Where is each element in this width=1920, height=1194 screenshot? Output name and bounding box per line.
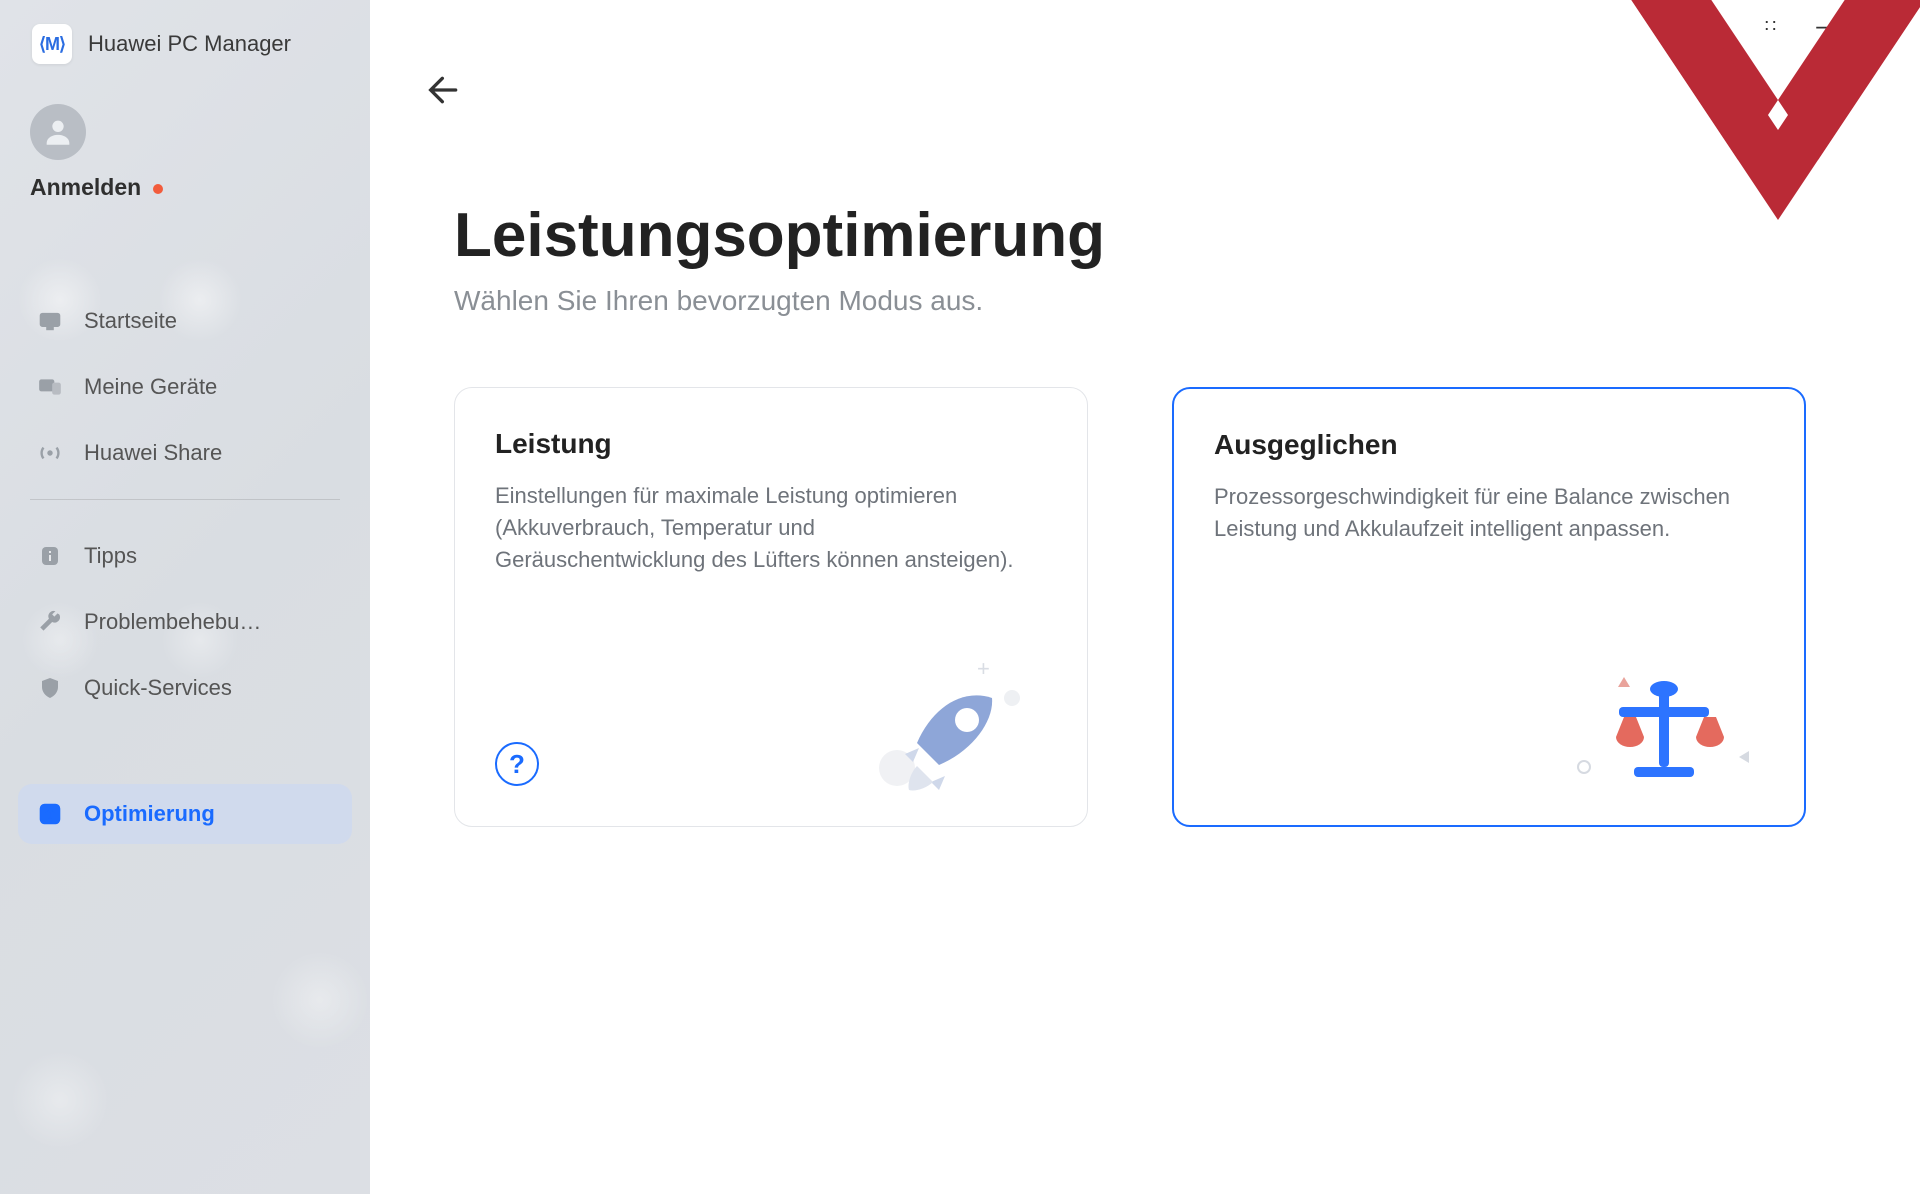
upload-icon: [36, 800, 64, 828]
balance-scale-icon: [1564, 647, 1764, 797]
wrench-icon: [36, 608, 64, 636]
sidebar-item-share[interactable]: Huawei Share: [18, 423, 352, 483]
card-description: Einstellungen für maximale Leistung opti…: [495, 480, 1015, 576]
rocket-icon: +: [847, 648, 1047, 798]
card-description: Prozessorgeschwindigkeit für eine Balanc…: [1214, 481, 1734, 545]
sidebar-item-label: Huawei Share: [84, 440, 222, 466]
sidebar-item-troubleshoot[interactable]: Problembehebu…: [18, 592, 352, 652]
notification-dot-icon: [153, 184, 163, 194]
sidebar-nav-primary: Startseite Meine Geräte Huawei Share: [0, 221, 370, 483]
card-title: Leistung: [495, 428, 1047, 460]
help-button[interactable]: ?: [495, 742, 539, 786]
sidebar-item-tips[interactable]: Tipps: [18, 526, 352, 586]
sidebar-nav-active: Optimierung: [0, 724, 370, 844]
avatar-icon[interactable]: [30, 104, 86, 160]
sidebar-item-quickservices[interactable]: Quick-Services: [18, 658, 352, 718]
mode-cards: Leistung Einstellungen für maximale Leis…: [414, 387, 1876, 827]
devices-icon: [36, 373, 64, 401]
sidebar-separator: [30, 499, 340, 500]
monitor-icon: [36, 307, 64, 335]
sidebar-item-label: Problembehebu…: [84, 609, 261, 635]
broadcast-icon: [36, 439, 64, 467]
card-title: Ausgeglichen: [1214, 429, 1764, 461]
page-subtitle: Wählen Sie Ihren bevorzugten Modus aus.: [454, 285, 1876, 317]
sidebar-item-home[interactable]: Startseite: [18, 291, 352, 351]
sidebar: ⟨M⟩ Huawei PC Manager Anmelden Startseit…: [0, 0, 370, 1194]
login-label: Anmelden: [30, 174, 141, 201]
sidebar-item-label: Tipps: [84, 543, 137, 569]
card-performance[interactable]: Leistung Einstellungen für maximale Leis…: [454, 387, 1088, 827]
login-button[interactable]: Anmelden: [30, 174, 342, 201]
sidebar-item-optimierung[interactable]: Optimierung: [18, 784, 352, 844]
card-balanced[interactable]: Ausgeglichen Prozessorgeschwindigkeit fü…: [1172, 387, 1806, 827]
main-content: ∷ — ✕ Leistungsoptimierung Wählen Sie Ih…: [370, 0, 1920, 1194]
svg-text:+: +: [977, 656, 990, 681]
sidebar-item-devices[interactable]: Meine Geräte: [18, 357, 352, 417]
sidebar-item-label: Quick-Services: [84, 675, 232, 701]
app-root: ⟨M⟩ Huawei PC Manager Anmelden Startseit…: [0, 0, 1920, 1194]
sidebar-item-label: Meine Geräte: [84, 374, 217, 400]
watermark-logo-icon: [1618, 0, 1920, 230]
user-section: Anmelden: [0, 104, 370, 221]
sidebar-nav-secondary: Tipps Problembehebu… Quick-Services: [0, 516, 370, 718]
shield-icon: [36, 674, 64, 702]
sidebar-item-label: Optimierung: [84, 801, 215, 827]
app-title: Huawei PC Manager: [88, 31, 291, 57]
app-logo-icon: ⟨M⟩: [32, 24, 72, 64]
sidebar-header: ⟨M⟩ Huawei PC Manager: [0, 24, 370, 104]
sidebar-item-label: Startseite: [84, 308, 177, 334]
info-icon: [36, 542, 64, 570]
